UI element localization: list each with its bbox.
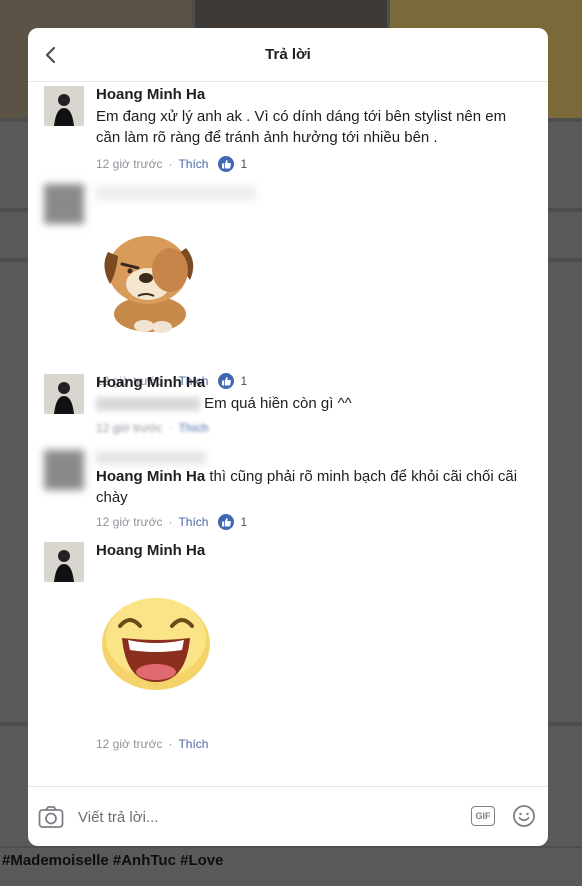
avatar[interactable] (44, 542, 84, 582)
comment-body: Hoang Minh Ha 12 giờ trước · Thích (96, 542, 534, 751)
comment-item: Hoang Minh Ha thì cũng phải rõ minh bạch… (44, 446, 534, 532)
avatar[interactable] (44, 450, 84, 490)
comment-author[interactable]: Hoang Minh Ha (96, 374, 534, 392)
like-link[interactable]: Thích (178, 515, 208, 529)
comment-text: Em quá hiền còn gì ^^ (204, 395, 352, 412)
comment-body: 12 giờ trước · Thích 1 (96, 178, 534, 389)
like-count-value: 1 (240, 157, 248, 171)
like-count-value: 1 (240, 515, 248, 529)
comment-body: Hoang Minh Ha Em đang xử lý anh ak . Vì … (96, 86, 534, 173)
reaction-count[interactable]: 1 (218, 514, 247, 530)
reaction-count[interactable]: 1 (218, 156, 247, 172)
comment-meta: 12 giờ trước · Thích 1 (96, 155, 534, 173)
comment-time[interactable]: 12 giờ trước (96, 157, 162, 171)
comment-meta: 12 giờ trước · Thích (96, 419, 534, 437)
separator-dot: · (168, 157, 173, 171)
blurred-mention (96, 397, 200, 412)
puppy-facepalm-sticker (96, 226, 200, 339)
comment-author-blurred (96, 186, 256, 200)
emoji-button[interactable] (512, 804, 536, 828)
camera-button[interactable] (38, 805, 64, 829)
separator-dot: · (168, 737, 173, 751)
comment-time[interactable]: 12 giờ trước (96, 515, 162, 529)
comment-item: Hoang Minh Ha Em quá hiền còn gì ^^ 12 g… (44, 374, 534, 444)
camera-icon (38, 806, 64, 828)
reply-composer: GIF (28, 786, 548, 846)
like-link[interactable]: Thích (178, 421, 208, 435)
avatar-image (44, 542, 84, 582)
comment-author-blurred (96, 452, 206, 464)
smiley-icon (513, 805, 535, 827)
comment-text-line: Em quá hiền còn gì ^^ (96, 393, 534, 414)
laughing-face-sticker (100, 592, 212, 697)
avatar-image (44, 374, 84, 414)
gif-icon: GIF (475, 811, 491, 821)
reply-input[interactable] (78, 805, 438, 829)
mention-link[interactable]: Hoang Minh Ha (96, 468, 205, 485)
comment-body: Hoang Minh Ha thì cũng phải rõ minh bạch… (96, 446, 534, 531)
comment-text: Em đang xử lý anh ak . Vì có dính dáng t… (96, 108, 507, 146)
comment-time[interactable]: 12 giờ trước (96, 737, 162, 751)
background-hashtags: #Mademoiselle #AnhTuc #Love (0, 848, 582, 886)
comment-meta: 12 giờ trước · Thích (96, 735, 208, 753)
like-link[interactable]: Thích (178, 737, 208, 751)
comment-item: Hoang Minh Ha Em đang xử lý anh ak . Vì … (44, 86, 534, 176)
comment-author[interactable]: Hoang Minh Ha (96, 86, 534, 104)
avatar[interactable] (44, 86, 84, 126)
comment-item: 12 giờ trước · Thích 1 (44, 178, 534, 389)
avatar[interactable] (44, 184, 84, 224)
gif-button[interactable]: GIF (471, 806, 495, 826)
like-link[interactable]: Thích (178, 157, 208, 171)
thumbs-up-icon (218, 514, 235, 530)
comment-meta: 12 giờ trước · Thích 1 (96, 513, 534, 531)
avatar-image (44, 86, 84, 126)
comment-item: Hoang Minh Ha 12 giờ trước · Thích (44, 542, 534, 751)
dialog-title: Trả lời (265, 46, 311, 63)
thumbs-up-icon (218, 156, 235, 172)
comment-author[interactable]: Hoang Minh Ha (96, 542, 534, 560)
dialog-header: Trả lời (28, 28, 548, 82)
comment-time[interactable]: 12 giờ trước (96, 421, 162, 435)
comment-text-line: Hoang Minh Ha thì cũng phải rõ minh bạch… (96, 466, 534, 508)
avatar[interactable] (44, 374, 84, 414)
separator-dot: · (168, 421, 173, 435)
comment-body: Hoang Minh Ha Em quá hiền còn gì ^^ 12 g… (96, 374, 534, 437)
reply-dialog: Trả lời Hoang Minh Ha Em đang xử lý anh … (28, 28, 548, 846)
separator-dot: · (168, 515, 173, 529)
